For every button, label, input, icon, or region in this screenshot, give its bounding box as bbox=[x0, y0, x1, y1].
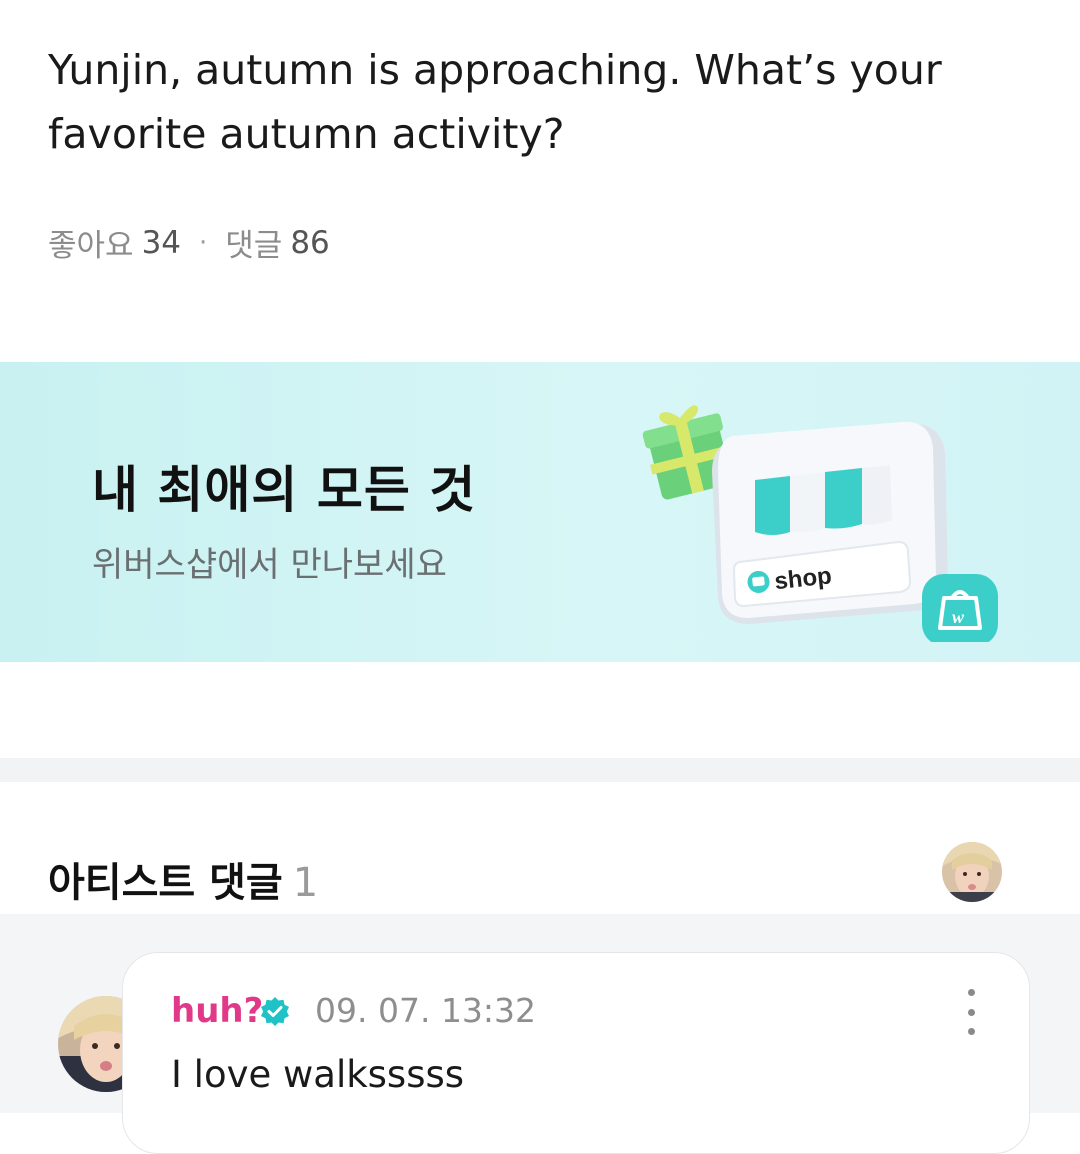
likes-count: 34 bbox=[141, 224, 182, 261]
post-stats: 좋아요 34 · 댓글 86 bbox=[48, 220, 330, 265]
likes-label[interactable]: 좋아요 bbox=[48, 220, 134, 265]
shopping-bag-icon: w bbox=[922, 574, 998, 642]
bag-letter: w bbox=[952, 607, 965, 627]
banner-subtitle: 위버스샵에서 만나보세요 bbox=[92, 545, 447, 585]
comments-count: 86 bbox=[290, 224, 330, 261]
stats-separator: · bbox=[199, 227, 208, 258]
more-vertical-icon[interactable] bbox=[953, 989, 989, 1035]
artist-comment-card: huh? 09. 07. 13:32 I love walksssss bbox=[122, 952, 1030, 1154]
artist-comments-header: 아티스트 댓글 1 bbox=[0, 782, 1080, 914]
comment-author-name[interactable]: huh? bbox=[171, 991, 263, 1031]
artist-comments-title: 아티스트 댓글 1 bbox=[48, 850, 318, 908]
comment-timestamp: 09. 07. 13:32 bbox=[315, 991, 537, 1030]
comments-label[interactable]: 댓글 bbox=[225, 220, 282, 265]
weverse-shop-banner[interactable]: 내 최애의 모든 것 위버스샵에서 만나보세요 shop w bbox=[0, 362, 1080, 662]
section-divider bbox=[0, 758, 1080, 782]
artist-comments-count: 1 bbox=[292, 860, 319, 906]
artist-comments-list: huh? 09. 07. 13:32 I love walksssss bbox=[0, 914, 1080, 1154]
shop-storefront-icon: shop bbox=[712, 421, 948, 624]
artist-comments-label: 아티스트 댓글 bbox=[48, 860, 283, 906]
comment-text: I love walksssss bbox=[171, 1053, 465, 1096]
shop-illustration: shop w bbox=[642, 405, 998, 642]
artist-avatar[interactable] bbox=[942, 842, 1002, 902]
post-text: Yunjin, autumn is approaching. What’s yo… bbox=[48, 46, 942, 158]
verified-badge-icon bbox=[261, 997, 289, 1026]
banner-title: 내 최애의 모든 것 bbox=[92, 461, 477, 519]
